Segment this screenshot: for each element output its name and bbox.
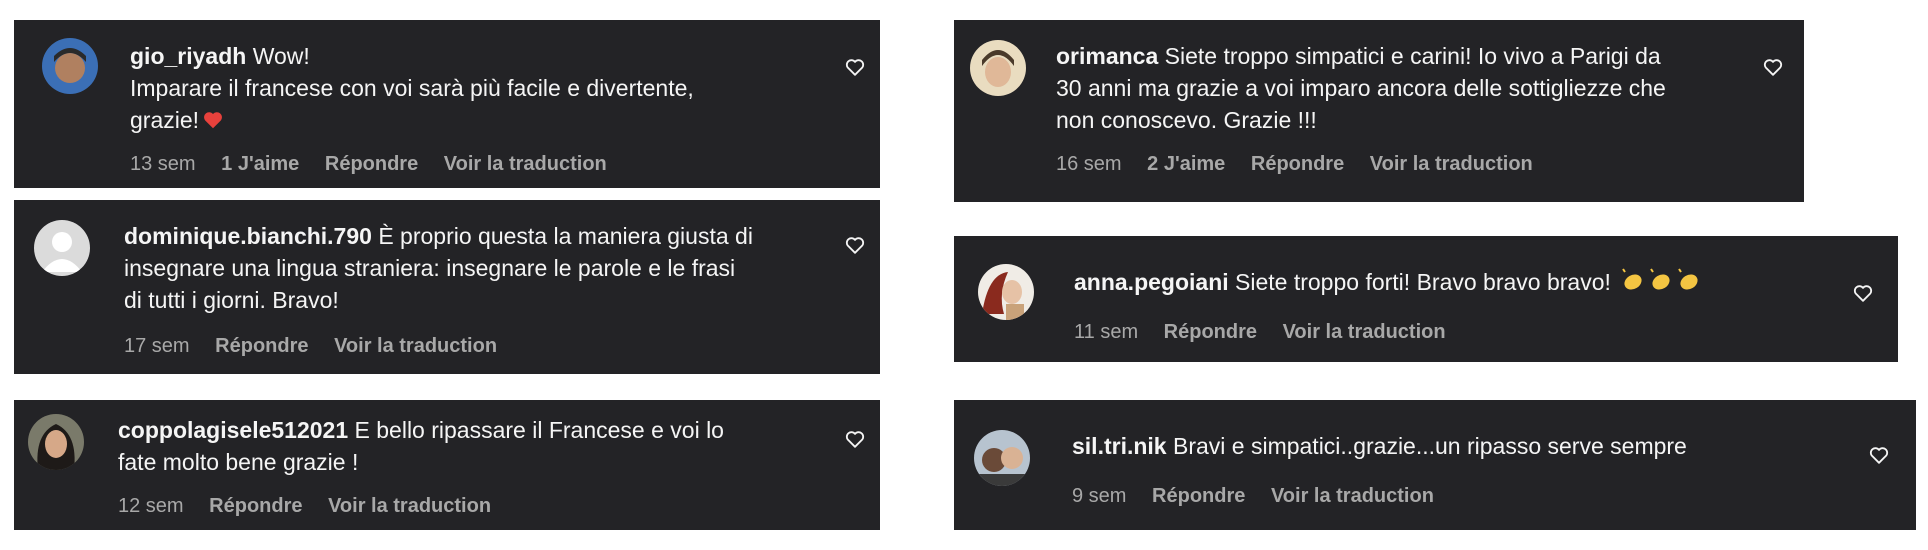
comment-body: non conoscevo. Grazie !!! xyxy=(1056,107,1317,133)
comment-time: 16 sem xyxy=(1056,153,1122,175)
likes-count[interactable]: 2 J'aime xyxy=(1147,153,1225,175)
comment-body: Imparare il francese con voi sarà più fa… xyxy=(130,75,694,101)
comment-card: coppolagisele512021 E bello ripassare il… xyxy=(14,400,880,530)
comment-meta: 17 sem Répondre Voir la traduction xyxy=(124,334,517,358)
comment-body: E bello ripassare il Francese e voi lo xyxy=(354,417,724,443)
comment-text: coppolagisele512021 E bello ripassare il… xyxy=(118,414,724,478)
like-heart-icon[interactable] xyxy=(1868,444,1890,466)
translate-button[interactable]: Voir la traduction xyxy=(1283,321,1446,343)
comment-body: Wow! xyxy=(252,43,310,69)
comment-meta: 11 sem Répondre Voir la traduction xyxy=(1074,320,1466,344)
comment-body: Siete troppo simpatici e carini! Io vivo… xyxy=(1164,43,1661,69)
comment-body: di tutti i giorni. Bravo! xyxy=(124,287,339,313)
like-heart-icon[interactable] xyxy=(1852,282,1874,304)
reply-button[interactable]: Répondre xyxy=(1164,321,1257,343)
comment-body: insegnare una lingua straniera: insegnar… xyxy=(124,255,736,281)
comment-card: sil.tri.nik Bravi e simpatici..grazie...… xyxy=(954,400,1916,530)
comment-time: 17 sem xyxy=(124,335,190,357)
comment-body: Siete troppo forti! Bravo bravo bravo! xyxy=(1235,269,1611,295)
comment-text: anna.pegoiani Siete troppo forti! Bravo … xyxy=(1074,266,1705,302)
comment-meta: 16 sem 2 J'aime Répondre Voir la traduct… xyxy=(1056,152,1553,176)
translate-button[interactable]: Voir la traduction xyxy=(334,335,497,357)
comment-text: sil.tri.nik Bravi e simpatici..grazie...… xyxy=(1072,430,1687,462)
reply-button[interactable]: Répondre xyxy=(1251,153,1344,175)
reply-button[interactable]: Répondre xyxy=(1152,485,1245,507)
comment-text: orimanca Siete troppo simpatici e carini… xyxy=(1056,40,1666,136)
avatar[interactable] xyxy=(42,38,98,94)
comment-meta: 9 sem Répondre Voir la traduction xyxy=(1072,484,1454,508)
comment-text: dominique.bianchi.790 È proprio questa l… xyxy=(124,220,753,316)
comment-card: gio_riyadh Wow! Imparare il francese con… xyxy=(14,20,880,188)
like-heart-icon[interactable] xyxy=(844,56,866,78)
reply-button[interactable]: Répondre xyxy=(209,495,302,517)
reply-button[interactable]: Répondre xyxy=(325,153,418,175)
comment-username[interactable]: anna.pegoiani xyxy=(1074,269,1229,295)
comment-time: 12 sem xyxy=(118,495,184,517)
comment-time: 9 sem xyxy=(1072,485,1127,507)
comment-time: 13 sem xyxy=(130,153,196,175)
translate-button[interactable]: Voir la traduction xyxy=(1370,153,1533,175)
comment-card: anna.pegoiani Siete troppo forti! Bravo … xyxy=(954,236,1898,362)
comment-body: grazie! xyxy=(130,107,200,133)
red-heart-emoji xyxy=(202,107,224,139)
avatar[interactable] xyxy=(974,430,1030,486)
comment-username[interactable]: gio_riyadh xyxy=(130,43,246,69)
translate-button[interactable]: Voir la traduction xyxy=(328,495,491,517)
comment-username[interactable]: sil.tri.nik xyxy=(1072,433,1167,459)
comment-time: 11 sem xyxy=(1074,321,1139,343)
avatar[interactable] xyxy=(970,40,1026,96)
like-heart-icon[interactable] xyxy=(844,428,866,450)
comment-body: È proprio questa la maniera giusta di xyxy=(378,223,753,249)
clapping-hands-emoji xyxy=(1621,268,1705,302)
comment-username[interactable]: orimanca xyxy=(1056,43,1158,69)
reply-button[interactable]: Répondre xyxy=(215,335,308,357)
avatar-default[interactable] xyxy=(34,220,90,276)
avatar[interactable] xyxy=(978,264,1034,320)
like-heart-icon[interactable] xyxy=(844,234,866,256)
translate-button[interactable]: Voir la traduction xyxy=(1271,485,1434,507)
avatar[interactable] xyxy=(28,414,84,470)
comment-text: gio_riyadh Wow! Imparare il francese con… xyxy=(130,40,694,139)
comment-card: orimanca Siete troppo simpatici e carini… xyxy=(954,20,1804,202)
comment-body: fate molto bene grazie ! xyxy=(118,449,359,475)
comment-username[interactable]: coppolagisele512021 xyxy=(118,417,348,443)
comment-meta: 12 sem Répondre Voir la traduction xyxy=(118,494,511,518)
comment-meta: 13 sem 1 J'aime Répondre Voir la traduct… xyxy=(130,152,627,176)
likes-count[interactable]: 1 J'aime xyxy=(221,153,299,175)
comment-body: Bravi e simpatici..grazie...un ripasso s… xyxy=(1172,433,1687,459)
translate-button[interactable]: Voir la traduction xyxy=(444,153,607,175)
comment-body: 30 anni ma grazie a voi imparo ancora de… xyxy=(1056,75,1666,101)
comment-card: dominique.bianchi.790 È proprio questa l… xyxy=(14,200,880,374)
comment-username[interactable]: dominique.bianchi.790 xyxy=(124,223,372,249)
like-heart-icon[interactable] xyxy=(1762,56,1784,78)
